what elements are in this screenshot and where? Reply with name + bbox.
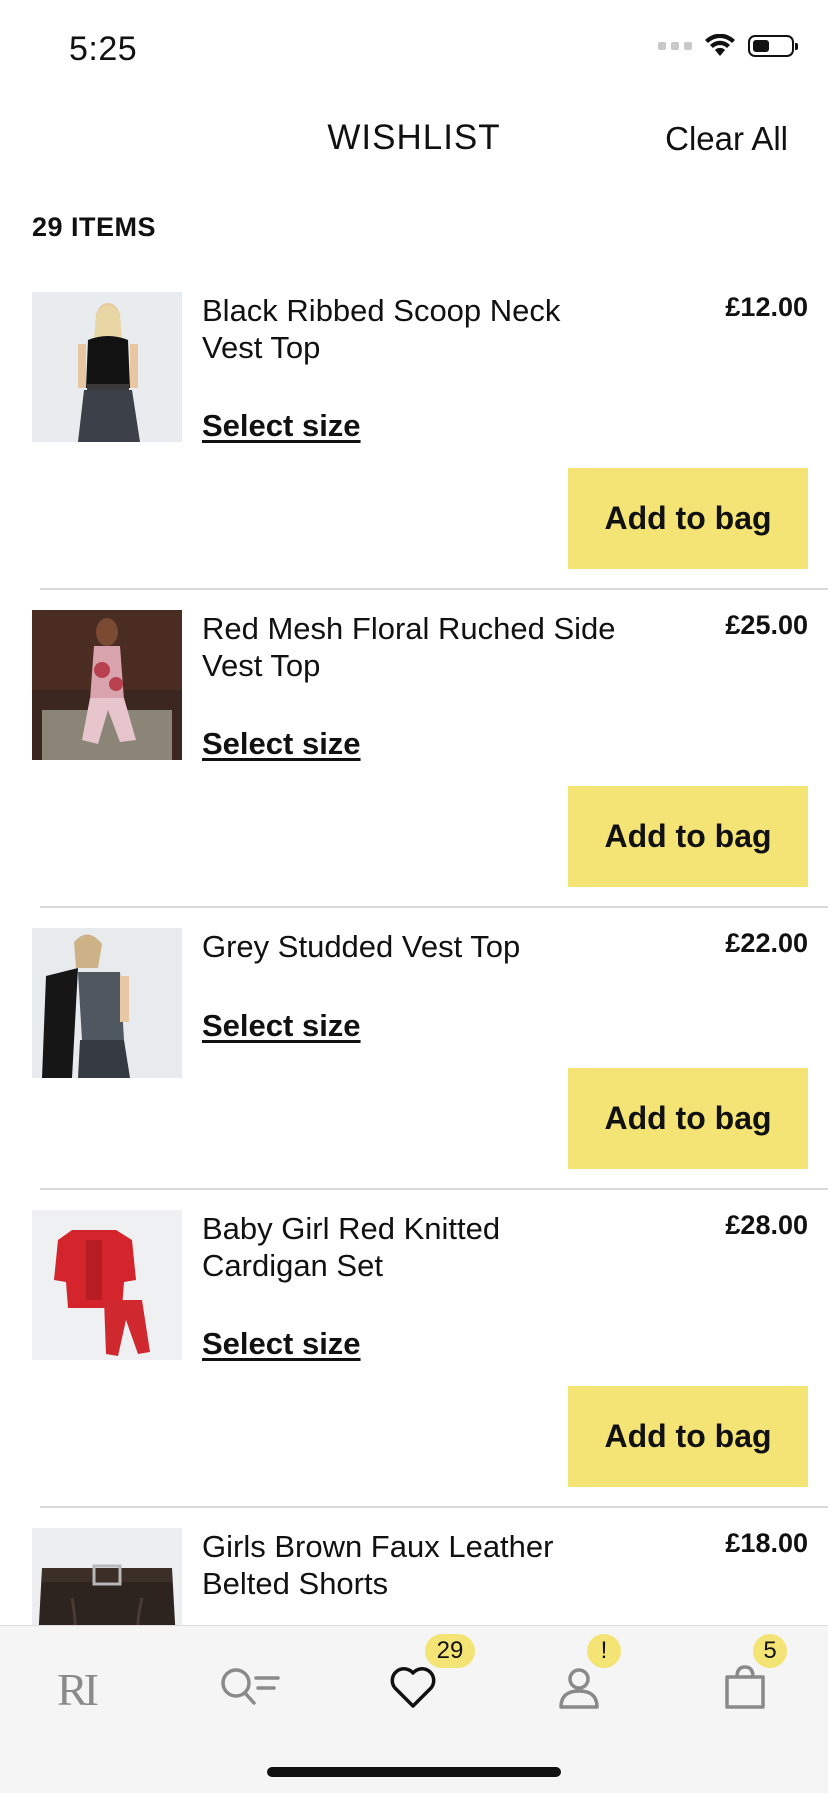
tab-account[interactable]: ! — [544, 1634, 621, 1722]
ri-logo-icon: RI — [57, 1664, 102, 1711]
product-name[interactable]: Girls Brown Faux Leather Belted Shorts — [202, 1528, 622, 1602]
wishlist-list: Black Ribbed Scoop Neck Vest Top £12.00 … — [0, 292, 828, 1678]
wishlist-item: Black Ribbed Scoop Neck Vest Top £12.00 … — [0, 292, 828, 610]
wishlist-item: Grey Studded Vest Top £22.00 Select size… — [0, 928, 828, 1210]
bag-count-badge: 5 — [753, 1634, 787, 1668]
account-icon — [559, 1668, 599, 1709]
wifi-icon — [705, 34, 735, 56]
wishlist-item: Baby Girl Red Knitted Cardigan Set £28.0… — [0, 1210, 828, 1528]
tab-home[interactable]: RI — [48, 1652, 118, 1722]
product-name[interactable]: Red Mesh Floral Ruched Side Vest Top — [202, 610, 622, 684]
tab-wishlist[interactable]: 29 — [378, 1634, 475, 1722]
select-size-link[interactable]: Select size — [202, 726, 361, 762]
product-price: £22.00 — [725, 928, 808, 958]
product-price: £12.00 — [725, 292, 808, 322]
product-name[interactable]: Baby Girl Red Knitted Cardigan Set — [202, 1210, 622, 1284]
bottom-tab-bar: RI 29 ! 5 — [0, 1625, 828, 1793]
divider — [40, 1506, 828, 1508]
product-price: £28.00 — [725, 1210, 808, 1240]
wishlist-count-badge: 29 — [425, 1634, 475, 1668]
status-icons — [658, 34, 798, 58]
select-size-link[interactable]: Select size — [202, 1326, 361, 1362]
add-to-bag-button[interactable]: Add to bag — [568, 1068, 808, 1169]
status-time: 5:25 — [69, 30, 138, 68]
clear-all-button[interactable]: Clear All — [665, 120, 788, 158]
product-image[interactable] — [32, 610, 182, 760]
account-alert-badge: ! — [587, 1634, 621, 1668]
product-image[interactable] — [32, 292, 182, 442]
add-to-bag-button[interactable]: Add to bag — [568, 1386, 808, 1487]
wishlist-item: Red Mesh Floral Ruched Side Vest Top £25… — [0, 610, 828, 928]
search-icon — [221, 1668, 280, 1705]
svg-text:RI: RI — [57, 1664, 98, 1711]
tab-bag[interactable]: 5 — [710, 1634, 787, 1722]
divider — [40, 906, 828, 908]
tab-search[interactable] — [215, 1652, 285, 1722]
product-image[interactable] — [32, 928, 182, 1078]
product-price: £25.00 — [725, 610, 808, 640]
divider — [40, 588, 828, 590]
select-size-link[interactable]: Select size — [202, 1008, 361, 1044]
product-price: £18.00 — [725, 1528, 808, 1558]
product-image[interactable] — [32, 1210, 182, 1360]
status-bar: 5:25 — [0, 0, 828, 100]
home-indicator — [267, 1767, 561, 1777]
add-to-bag-button[interactable]: Add to bag — [568, 468, 808, 569]
battery-icon — [748, 35, 798, 57]
header: WISHLIST Clear All — [0, 100, 828, 180]
cellular-signal-icon — [658, 42, 692, 50]
items-count: 29 ITEMS — [32, 212, 157, 242]
add-to-bag-button[interactable]: Add to bag — [568, 786, 808, 887]
divider — [40, 1188, 828, 1190]
bag-icon — [725, 1665, 765, 1709]
product-name[interactable]: Black Ribbed Scoop Neck Vest Top — [202, 292, 622, 366]
heart-icon — [390, 1667, 436, 1708]
product-name[interactable]: Grey Studded Vest Top — [202, 928, 622, 965]
select-size-link[interactable]: Select size — [202, 408, 361, 444]
